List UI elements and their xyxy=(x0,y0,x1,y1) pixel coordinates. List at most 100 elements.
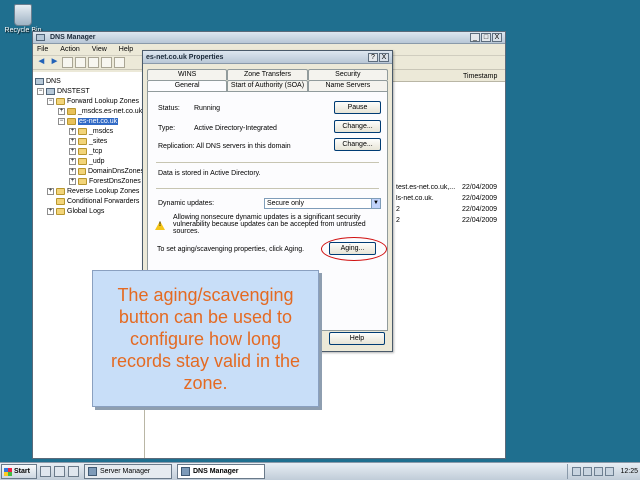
expand-icon[interactable]: + xyxy=(69,177,76,185)
clock[interactable]: 12:25 xyxy=(620,468,638,475)
server-icon xyxy=(46,87,55,95)
server-manager-quicklaunch-icon[interactable] xyxy=(40,466,51,477)
expand-icon[interactable]: + xyxy=(69,137,76,145)
tree-subfolder[interactable]: + DomainDnsZones xyxy=(33,166,144,176)
taskbar-server-manager-label: Server Manager xyxy=(100,468,151,475)
delete-icon[interactable] xyxy=(88,57,99,68)
forward-arrow-icon[interactable]: ▶ xyxy=(49,57,60,68)
menu-view[interactable]: View xyxy=(92,46,107,53)
tree-subfolder-label: _udp xyxy=(89,157,105,165)
replication-text: Replication: All DNS servers in this dom… xyxy=(158,143,291,150)
windows-logo-icon xyxy=(4,467,12,476)
dialog-close-button[interactable]: X xyxy=(379,52,389,62)
table-row[interactable]: test.es-net.co.uk,... 22/04/2009 xyxy=(396,184,512,191)
aging-highlight-circle xyxy=(321,237,387,261)
row-timestamp: 22/04/2009 xyxy=(462,217,498,224)
tab-name-servers[interactable]: Name Servers xyxy=(307,80,388,91)
system-tray: 12:25 xyxy=(567,464,638,479)
show-tree-icon[interactable] xyxy=(75,57,86,68)
close-button[interactable]: X xyxy=(492,33,502,42)
expand-icon[interactable]: + xyxy=(47,207,54,215)
properties-icon[interactable] xyxy=(101,57,112,68)
tree-server[interactable]: − DNSTEST xyxy=(33,86,144,96)
warning-text: Allowing nonsecure dynamic updates is a … xyxy=(173,214,366,235)
collapse-icon[interactable]: − xyxy=(47,97,54,105)
dynamic-updates-select[interactable]: Secure only ▼ xyxy=(264,198,381,209)
server-manager-icon xyxy=(88,467,97,476)
tree-reverse-zones[interactable]: + Reverse Lookup Zones xyxy=(33,186,144,196)
table-row[interactable]: 2 22/04/2009 xyxy=(396,217,512,224)
folder-icon xyxy=(56,187,65,195)
aging-instruction-text: To set aging/scavenging properties, clic… xyxy=(157,246,305,253)
dialog-help-action-button[interactable]: Help xyxy=(329,332,385,345)
tab-soa[interactable]: Start of Authority (SOA) xyxy=(227,80,308,91)
tree-reverse-label: Reverse Lookup Zones xyxy=(67,187,140,195)
tree-dns[interactable]: DNS xyxy=(33,76,144,86)
tab-security[interactable]: Security xyxy=(307,69,388,80)
dynamic-updates-value: Secure only xyxy=(267,200,304,207)
explorer-quicklaunch-icon[interactable] xyxy=(68,466,79,477)
change-type-button[interactable]: Change... xyxy=(334,120,381,133)
up-folder-icon[interactable] xyxy=(62,57,73,68)
dns-app-icon xyxy=(36,34,45,41)
warning-icon xyxy=(155,221,165,230)
menu-help[interactable]: Help xyxy=(119,46,133,53)
minimize-button[interactable]: _ xyxy=(470,33,480,42)
pause-button[interactable]: Pause xyxy=(334,101,381,114)
row-data: 2 xyxy=(396,217,400,224)
dialog-titlebar[interactable]: es-net.co.uk Properties ? X xyxy=(143,51,392,64)
expand-icon[interactable]: + xyxy=(58,107,65,115)
maximize-button[interactable]: □ xyxy=(481,33,491,42)
taskbar-dns-manager[interactable]: DNS Manager xyxy=(177,464,265,479)
menu-action[interactable]: Action xyxy=(60,46,79,53)
taskbar-server-manager[interactable]: Server Manager xyxy=(84,464,172,479)
folder-icon xyxy=(78,177,87,185)
tree-zone-esnet[interactable]: − es-net.co.uk xyxy=(33,116,144,126)
dns-icon xyxy=(35,77,44,85)
tree-subfolder[interactable]: + _sites xyxy=(33,136,144,146)
ad-storage-text: Data is stored in Active Directory. xyxy=(158,170,261,177)
tree-subfolder[interactable]: + ForestDnsZones xyxy=(33,176,144,186)
tree-global-logs[interactable]: + Global Logs xyxy=(33,206,144,216)
refresh-icon[interactable] xyxy=(114,57,125,68)
start-button[interactable]: Start xyxy=(1,464,37,479)
dialog-help-button[interactable]: ? xyxy=(368,52,378,62)
tree-zone-msdcs[interactable]: + _msdcs.es-net.co.uk xyxy=(33,106,144,116)
expand-icon[interactable]: + xyxy=(47,187,54,195)
expand-icon[interactable]: + xyxy=(69,157,76,165)
collapse-icon[interactable]: − xyxy=(58,117,65,125)
tray-action-icon[interactable] xyxy=(594,467,604,476)
expand-icon[interactable]: + xyxy=(69,127,76,135)
table-row[interactable]: 2 22/04/2009 xyxy=(396,206,512,213)
start-label: Start xyxy=(14,468,30,475)
status-label: Status: xyxy=(158,105,180,112)
folder-icon xyxy=(78,147,87,155)
collapse-icon[interactable]: − xyxy=(37,87,44,95)
change-replication-button[interactable]: Change... xyxy=(334,138,381,151)
expand-icon[interactable]: + xyxy=(69,147,76,155)
tree-conditional-forwarders[interactable]: Conditional Forwarders xyxy=(33,196,144,206)
menu-file[interactable]: File xyxy=(37,46,48,53)
expand-icon[interactable]: + xyxy=(69,167,76,175)
powershell-quicklaunch-icon[interactable] xyxy=(54,466,65,477)
zone-icon xyxy=(67,117,76,125)
tree-subfolder[interactable]: + _udp xyxy=(33,156,144,166)
tree-subfolder[interactable]: + _tcp xyxy=(33,146,144,156)
dialog-title: es-net.co.uk Properties xyxy=(146,53,224,61)
tab-row-2: General Start of Authority (SOA) Name Se… xyxy=(147,80,388,91)
tree-forward-zones[interactable]: − Forward Lookup Zones xyxy=(33,96,144,106)
row-timestamp: 22/04/2009 xyxy=(462,206,498,213)
tab-zone-transfers[interactable]: Zone Transfers xyxy=(227,69,308,80)
tray-network-icon[interactable] xyxy=(572,467,582,476)
tab-wins[interactable]: WINS xyxy=(147,69,228,80)
separator xyxy=(156,162,379,163)
tab-general[interactable]: General xyxy=(147,80,228,91)
tray-volume-icon[interactable] xyxy=(583,467,593,476)
window-titlebar[interactable]: DNS Manager _ □ X xyxy=(33,32,505,44)
table-row[interactable]: ls-net.co.uk. 22/04/2009 xyxy=(396,195,512,202)
tree-subfolder[interactable]: + _msdcs xyxy=(33,126,144,136)
back-arrow-icon[interactable]: ◀ xyxy=(36,57,47,68)
tree-subfolder-label: _sites xyxy=(89,137,108,145)
tray-update-icon[interactable] xyxy=(605,467,615,476)
timestamp-column-header[interactable]: Timestamp xyxy=(463,73,497,80)
